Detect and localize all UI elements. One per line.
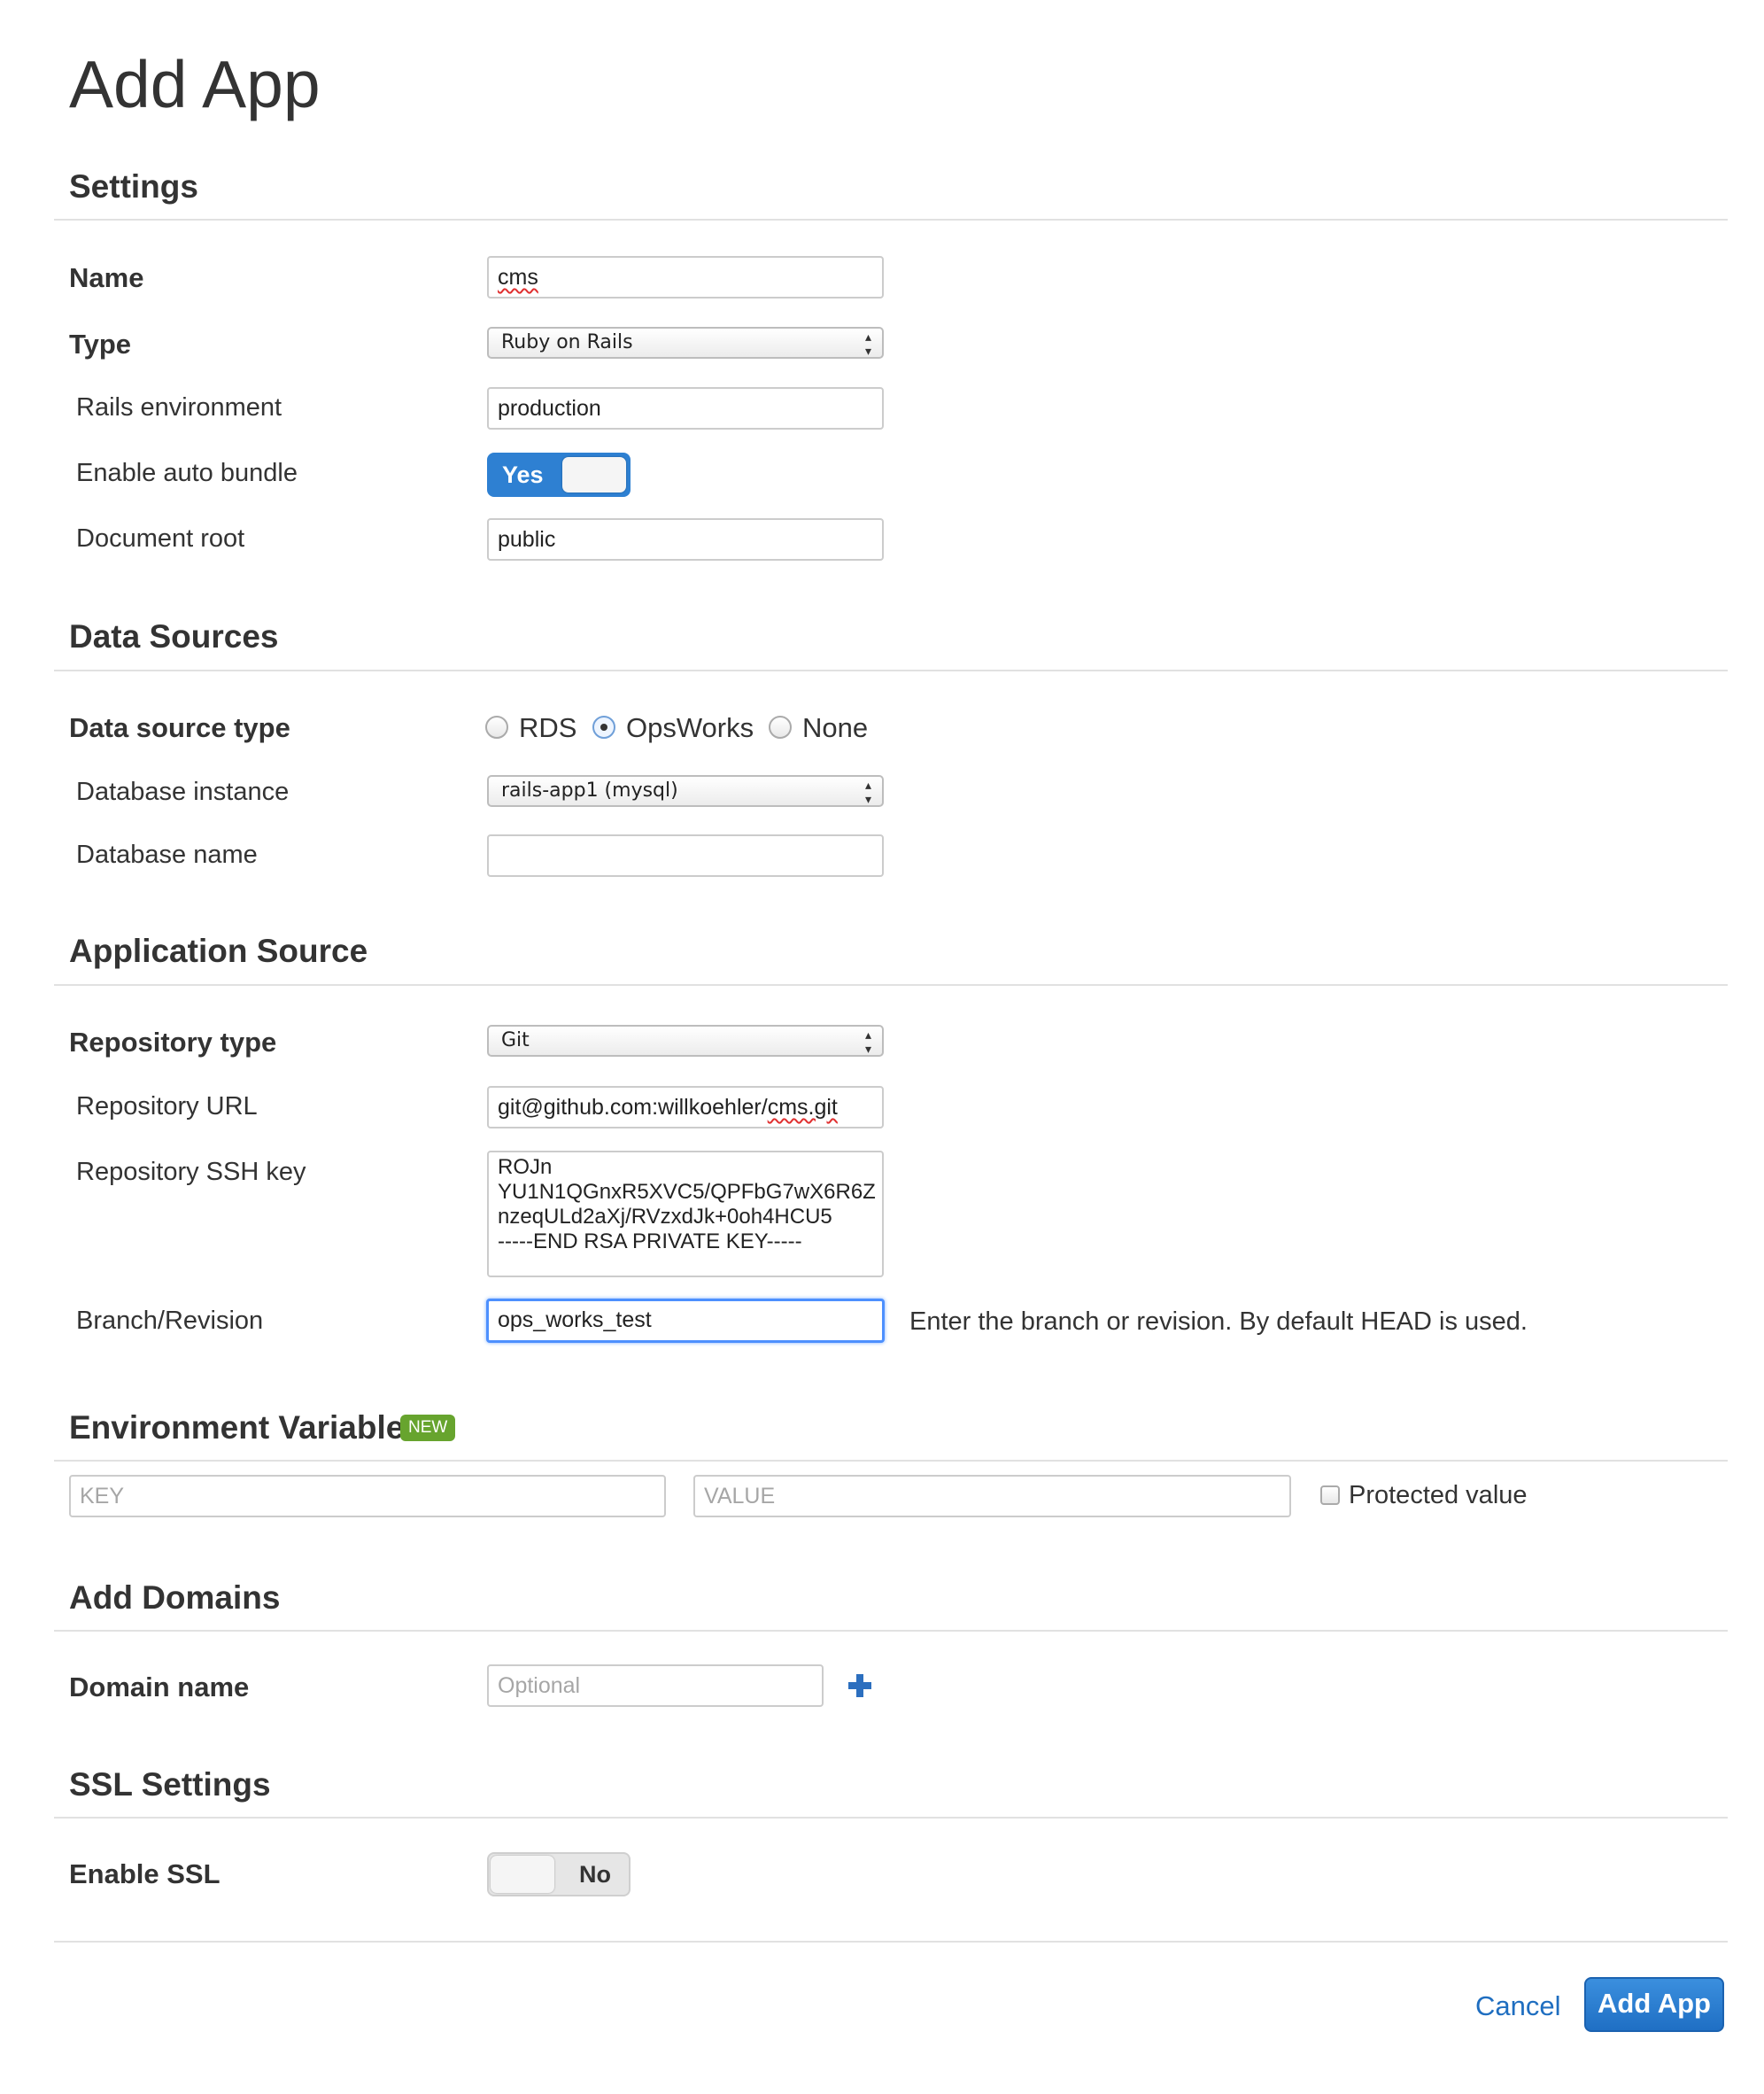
radio-rds[interactable] (485, 716, 508, 739)
data-source-type-label: Data source type (69, 712, 290, 743)
name-label: Name (69, 262, 144, 293)
rails-environment-input[interactable]: production (487, 387, 884, 430)
rails-environment-label: Rails environment (76, 393, 282, 422)
auto-bundle-state: Yes (502, 461, 544, 488)
radio-none[interactable] (769, 716, 792, 739)
name-input[interactable]: cms (487, 256, 884, 299)
toggle-knob (562, 457, 626, 492)
select-arrows-icon: ▴ ▾ (864, 330, 871, 359)
select-arrows-icon: ▴ ▾ (864, 779, 871, 807)
name-input-value: cms (498, 265, 538, 290)
branch-revision-help: Enter the branch or revision. By default… (909, 1307, 1528, 1336)
repository-ssh-key-label: Repository SSH key (76, 1158, 306, 1186)
add-app-button[interactable]: Add App (1584, 1977, 1724, 2032)
type-select[interactable]: Ruby on Rails ▴ ▾ (487, 327, 884, 359)
application-source-divider (54, 984, 1728, 986)
radio-opsworks-label[interactable]: OpsWorks (626, 714, 754, 741)
ssh-key-line: nzeqULd2aXj/RVzxdJk+0oh4HCU5 (498, 1205, 832, 1229)
auto-bundle-toggle[interactable]: Yes (487, 453, 631, 497)
type-select-value: Ruby on Rails (501, 331, 633, 353)
ssh-key-line: ROJn (498, 1155, 553, 1179)
database-instance-label: Database instance (76, 778, 290, 806)
settings-section-title: Settings (69, 168, 198, 205)
branch-revision-label: Branch/Revision (76, 1307, 264, 1335)
repository-type-value: Git (501, 1029, 530, 1051)
application-source-section-title: Application Source (69, 933, 368, 969)
repository-url-input[interactable]: git@github.com:willkoehler/cms.git (487, 1086, 884, 1128)
database-instance-value: rails-app1 (mysql) (501, 779, 678, 802)
environment-variables-section-title: Environment Variables (69, 1409, 422, 1446)
env-value-placeholder: VALUE (704, 1484, 776, 1508)
data-sources-divider (54, 670, 1728, 671)
repository-url-label: Repository URL (76, 1092, 258, 1121)
enable-ssl-toggle[interactable]: No (487, 1852, 631, 1896)
radio-none-label[interactable]: None (802, 714, 868, 741)
env-value-input[interactable]: VALUE (693, 1475, 1291, 1517)
radio-opsworks[interactable] (592, 716, 615, 739)
domain-name-input[interactable]: Optional (487, 1664, 824, 1707)
repository-type-label: Repository type (69, 1027, 277, 1058)
ssl-settings-section-title: SSL Settings (69, 1766, 271, 1803)
cancel-button[interactable]: Cancel (1475, 1992, 1561, 2020)
enable-ssl-label: Enable SSL (69, 1858, 220, 1889)
add-domains-divider (54, 1630, 1728, 1632)
auto-bundle-label: Enable auto bundle (76, 459, 298, 487)
add-domain-plus-icon[interactable] (848, 1674, 871, 1697)
new-badge: NEW (400, 1415, 456, 1441)
data-sources-section-title: Data Sources (69, 618, 279, 655)
document-root-value: public (498, 527, 556, 552)
repository-ssh-key-textarea[interactable]: ROJn YU1N1QGnxR5XVC5/QPFbG7wX6R6Z nzeqUL… (487, 1151, 884, 1277)
branch-revision-input[interactable]: ops_works_test (486, 1299, 885, 1343)
ssh-key-line: -----END RSA PRIVATE KEY----- (498, 1229, 802, 1253)
select-arrows-icon: ▴ ▾ (864, 1028, 871, 1057)
document-root-label: Document root (76, 524, 245, 553)
ssl-settings-divider (54, 1817, 1728, 1819)
page-title: Add App (69, 47, 321, 121)
rails-environment-value: production (498, 396, 601, 421)
domain-name-placeholder: Optional (498, 1673, 581, 1698)
footer-divider (54, 1941, 1728, 1943)
environment-variables-divider (54, 1460, 1728, 1462)
domain-name-label: Domain name (69, 1671, 250, 1702)
database-name-input[interactable] (487, 834, 884, 877)
ssh-key-line: YU1N1QGnxR5XVC5/QPFbG7wX6R6Z (498, 1180, 876, 1204)
protected-value-checkbox[interactable] (1320, 1485, 1340, 1505)
repository-url-value-suffix: cms.git (767, 1095, 838, 1120)
enable-ssl-state: No (579, 1861, 611, 1888)
env-key-placeholder: KEY (80, 1484, 125, 1508)
toggle-knob (491, 1856, 554, 1893)
repository-url-value-prefix: git@github.com:willkoehler/ (498, 1095, 768, 1120)
branch-revision-value: ops_works_test (498, 1307, 652, 1332)
repository-type-select[interactable]: Git ▴ ▾ (487, 1025, 884, 1057)
radio-rds-label[interactable]: RDS (519, 714, 576, 741)
database-instance-select[interactable]: rails-app1 (mysql) ▴ ▾ (487, 775, 884, 807)
document-root-input[interactable]: public (487, 518, 884, 561)
add-domains-section-title: Add Domains (69, 1579, 281, 1616)
database-name-label: Database name (76, 841, 258, 869)
protected-value-label[interactable]: Protected value (1349, 1483, 1528, 1508)
type-label: Type (69, 329, 132, 360)
settings-divider (54, 219, 1728, 221)
env-key-input[interactable]: KEY (69, 1475, 666, 1517)
